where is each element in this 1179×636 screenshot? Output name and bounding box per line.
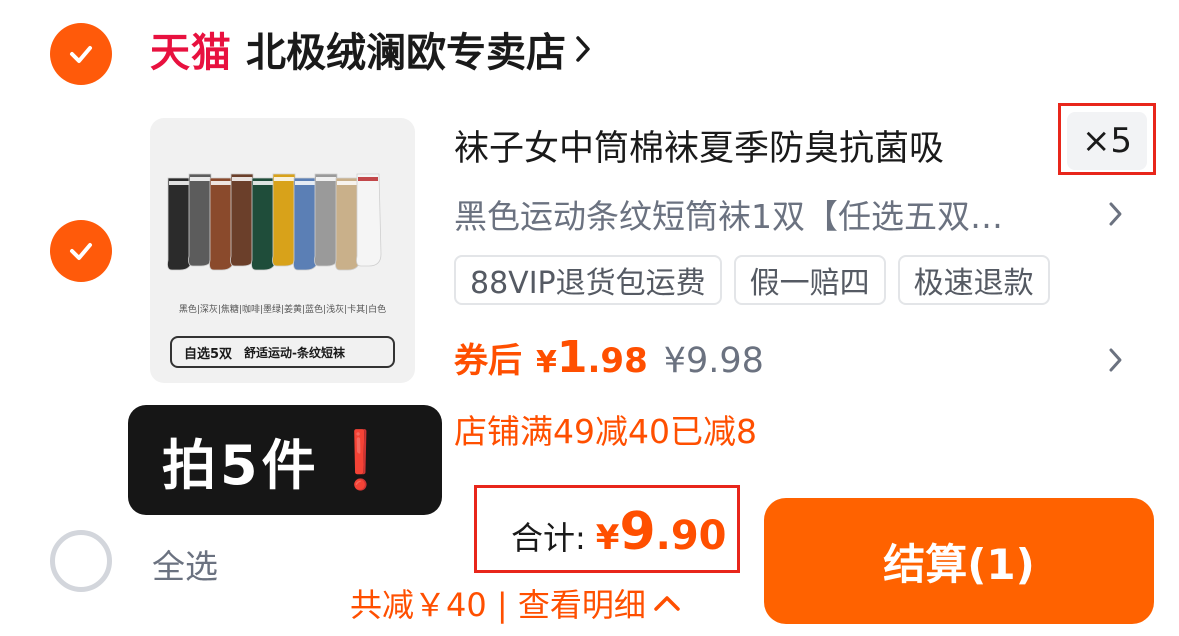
select-all-label[interactable]: 全选 [152, 540, 218, 588]
sock-shape [230, 173, 256, 267]
coupon-price-label: 券后 [454, 341, 522, 381]
original-price: ¥9.98 [663, 341, 764, 381]
overlay-badge: 拍5件 ❗ [128, 405, 442, 515]
shop-checkbox[interactable] [50, 23, 112, 85]
image-pill-right: 舒适运动-条纹短袜 [244, 345, 346, 360]
price-decimal: .98 [587, 341, 648, 381]
tmall-logo: 天猫 [150, 30, 232, 76]
image-pill-left: 自选5双 [184, 346, 233, 362]
sku-selector[interactable]: 黑色运动条纹短筒袜1双【任选五双… [454, 192, 1124, 236]
sock-shape [293, 177, 319, 271]
overlay-text: 拍5件 [162, 433, 320, 497]
product-image[interactable]: 黑色|深灰|焦糖|咖啡|墨绿|姜黄|蓝色|浅灰|卡其|白色 自选5双 舒适运动-… [150, 118, 415, 383]
quantity-highlight: ×5 [1058, 103, 1156, 175]
socks-illustration [167, 173, 382, 271]
price-currency: ¥ [536, 345, 557, 380]
sock-shape [209, 177, 235, 271]
service-tag: 极速退款 [897, 255, 1050, 305]
chevron-up-icon [654, 596, 680, 611]
chevron-right-icon [1109, 202, 1122, 226]
checkout-button[interactable]: 结算(1) [764, 498, 1154, 624]
sock-stripe [337, 181, 357, 185]
total-currency: ¥ [595, 518, 620, 558]
total-integer: 9 [619, 502, 656, 562]
chevron-right-icon [1109, 348, 1122, 372]
sock-shape [356, 173, 382, 267]
checkmark-icon [70, 243, 92, 260]
sku-text: 黑色运动条纹短筒袜1双【任选五双… [454, 197, 1003, 236]
sock-shape [335, 177, 361, 271]
select-all-checkbox[interactable] [50, 530, 112, 592]
shop-header[interactable]: 天猫 北极绒澜欧专卖店 [150, 18, 592, 80]
checkmark-icon [70, 46, 92, 63]
total-label: 合计: [511, 519, 586, 557]
service-tag: 88VIP退货包运费 [454, 255, 722, 305]
exclamation-icon: ❗ [325, 428, 396, 493]
image-pill: 自选5双 舒适运动-条纹短袜 [170, 336, 395, 368]
sock-stripe [169, 181, 189, 185]
item-checkbox[interactable] [50, 220, 112, 282]
image-color-caption: 黑色|深灰|焦糖|咖啡|墨绿|姜黄|蓝色|浅灰|卡其|白色 [178, 305, 387, 315]
price-row[interactable]: 券后 ¥ 1 .98 ¥9.98 [454, 332, 1124, 388]
sock-stripe [232, 177, 252, 181]
sock-shape [251, 177, 277, 271]
sock-stripe [253, 181, 273, 185]
product-title[interactable]: 袜子女中筒棉袜夏季防臭抗菌吸 [454, 120, 944, 171]
sock-stripe [274, 177, 294, 181]
sock-shape [314, 173, 340, 267]
quantity-stepper[interactable]: ×5 [1067, 112, 1147, 170]
total-highlight: 合计: ¥ 9 .90 [474, 485, 740, 573]
sock-shape [167, 177, 193, 271]
chevron-right-icon [576, 36, 590, 62]
sock-stripe [358, 177, 378, 181]
sock-stripe [190, 177, 210, 181]
discount-details-link[interactable]: 共减￥40 | 查看明细 [350, 580, 682, 626]
total-decimal: .90 [655, 513, 727, 559]
total-amount: 合计: ¥ 9 .90 [511, 502, 727, 562]
sock-stripe [316, 177, 336, 181]
discount-text: 共减￥40 | 查看明细 [350, 586, 646, 624]
sock-stripe [295, 181, 315, 185]
price-integer: 1 [556, 332, 588, 383]
sock-shape [188, 173, 214, 267]
service-tag: 假一赔四 [733, 255, 886, 305]
sock-stripe [211, 181, 231, 185]
shop-name[interactable]: 北极绒澜欧专卖店 [246, 20, 566, 78]
store-promo: 店铺满49减40已减8 [454, 412, 757, 451]
service-tags: 88VIP退货包运费 假一赔四 极速退款 [454, 255, 1050, 305]
sock-shape [272, 173, 298, 267]
